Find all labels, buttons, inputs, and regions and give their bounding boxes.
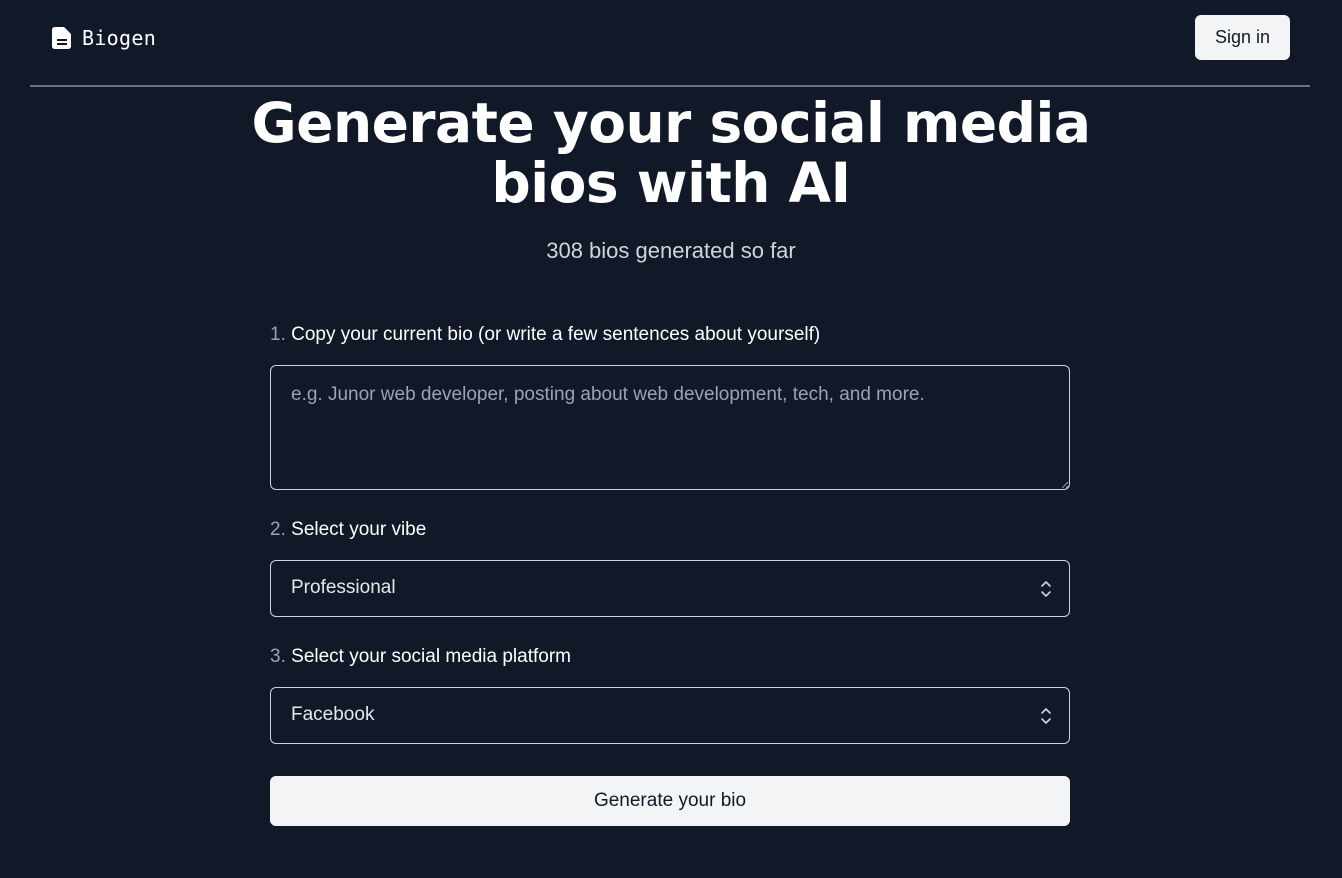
chevron-up-down-icon [1039,706,1053,726]
step-2-label: 2. Select your vibe [270,519,426,541]
brand-name: Biogen [82,26,157,50]
sign-in-button[interactable]: Sign in [1195,15,1290,60]
platform-select-value: Facebook [291,704,375,725]
vibe-select[interactable]: Professional [270,560,1070,617]
page-title: Generate your social media bios with AI [251,91,1092,215]
step-3-label: 3. Select your social media platform [270,646,571,668]
bio-textarea[interactable] [270,365,1070,490]
step-1-label: 1. Copy your current bio (or write a few… [270,324,820,346]
step-3-number: 3. [270,646,286,667]
step-2-number: 2. [270,519,286,540]
document-icon [52,27,72,49]
site-header: Biogen Sign in [30,0,1310,87]
bios-generated-counter: 308 bios generated so far [546,238,796,263]
platform-select[interactable]: Facebook [270,687,1070,744]
step-3-text: Select your social media platform [291,646,571,667]
generate-bio-button[interactable]: Generate your bio [270,776,1070,826]
chevron-up-down-icon [1039,579,1053,599]
vibe-select-value: Professional [291,577,396,598]
step-1-text: Copy your current bio (or write a few se… [291,324,821,345]
step-2-text: Select your vibe [291,519,427,540]
step-1-number: 1. [270,324,286,345]
brand-logo[interactable]: Biogen [52,24,156,52]
